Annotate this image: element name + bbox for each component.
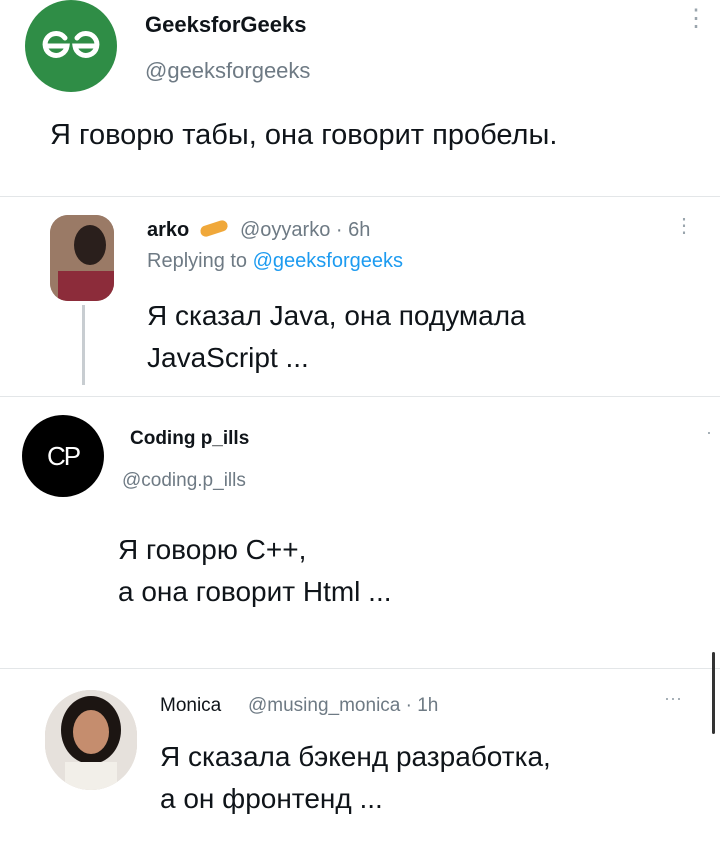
tweet-author-name[interactable]: Coding p_ills — [130, 428, 249, 450]
scrollbar[interactable] — [712, 652, 715, 734]
tweet-text-line: а он фронтенд ... — [160, 783, 383, 814]
more-vertical-icon[interactable]: ⋮ — [684, 7, 708, 31]
tweet-author-name[interactable]: Monica — [160, 695, 221, 717]
replying-to: Replying to @geeksforgeeks — [147, 250, 403, 273]
tweet-text-line: Я сказал Java, она подумала — [147, 300, 526, 331]
gfg-logo-icon — [42, 30, 100, 58]
replying-to-label: Replying to — [147, 250, 253, 272]
tweet-author-handle[interactable]: @coding.p_ills — [122, 470, 246, 492]
more-horizontal-icon[interactable]: ··· — [664, 688, 682, 709]
tweet-gfg[interactable]: GeeksforGeeks @geeksforgeeks ⋮ Я говорю … — [0, 0, 720, 195]
arko-avatar[interactable] — [50, 215, 114, 301]
tweet-author-name[interactable]: GeeksforGeeks — [145, 12, 306, 38]
cp-avatar[interactable]: CP — [22, 415, 104, 497]
avatar-photo-icon — [45, 690, 137, 790]
tweet-author-handle[interactable]: @musing_monica · 1h — [248, 695, 438, 717]
gfg-avatar[interactable] — [25, 0, 117, 92]
tweet-author-handle[interactable]: @geeksforgeeks — [145, 58, 310, 84]
tweet-author-handle[interactable]: @oyyarko · 6h — [240, 219, 370, 242]
replying-to-handle[interactable]: @geeksforgeeks — [253, 250, 403, 272]
monica-avatar[interactable] — [45, 690, 137, 790]
tweet-text: Я говорю табы, она говорит пробелы. — [50, 119, 558, 151]
tweet-text-line: Я сказала бэкенд разработка, — [160, 741, 551, 772]
divider — [0, 396, 720, 397]
tweet-author-name[interactable]: arko — [147, 219, 189, 242]
divider — [0, 668, 720, 669]
thread-line — [82, 305, 85, 385]
more-vertical-icon[interactable]: ⋮ — [674, 213, 694, 238]
divider — [0, 196, 720, 197]
avatar-initials: CP — [46, 440, 81, 471]
more-dot-icon[interactable]: · — [706, 422, 712, 443]
avatar-photo-icon — [50, 215, 114, 301]
tweet-text-line: а она говорит Html ... — [118, 576, 392, 607]
tweet-text-line: JavaScript ... — [147, 342, 309, 373]
tweet-text-line: Я говорю C++, — [118, 534, 307, 565]
